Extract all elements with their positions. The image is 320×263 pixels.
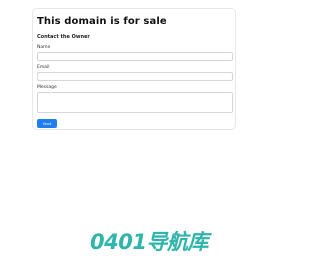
brand-logo: 0401导航库 [90,230,208,254]
contact-heading: Contact the Owner [37,34,90,40]
name-label: Name [37,45,51,50]
brand-logo-text: 0401导航库 [90,230,208,254]
send-button[interactable]: Send [37,119,57,128]
contact-card: This domain is for sale Contact the Owne… [32,8,236,130]
email-label: Email [37,65,50,70]
page-title: This domain is for sale [37,16,167,27]
email-field[interactable] [37,72,233,81]
name-field[interactable] [37,52,233,61]
message-textarea[interactable] [37,92,233,113]
message-label: Message [37,85,57,90]
